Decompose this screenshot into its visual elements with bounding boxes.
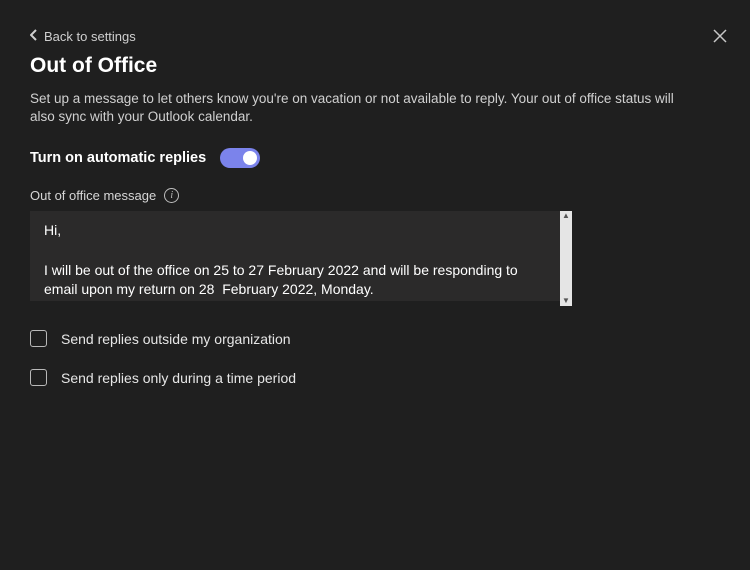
page-title: Out of Office [30,54,720,78]
time-period-label: Send replies only during a time period [61,370,296,386]
message-field-label: Out of office message [30,188,156,203]
automatic-replies-toggle-row: Turn on automatic replies [30,148,720,168]
out-of-office-message-input[interactable] [30,211,560,301]
close-button[interactable] [712,28,732,48]
time-period-row: Send replies only during a time period [30,369,720,386]
automatic-replies-label: Turn on automatic replies [30,150,206,166]
info-icon[interactable]: i [164,188,179,203]
outside-org-checkbox[interactable] [30,330,47,347]
chevron-left-icon [30,29,38,44]
time-period-checkbox[interactable] [30,369,47,386]
automatic-replies-toggle[interactable] [220,148,260,168]
page-description: Set up a message to let others know you'… [30,90,680,126]
back-to-settings-link[interactable]: Back to settings [30,29,136,44]
back-link-label: Back to settings [44,29,136,44]
message-box-wrap: ▲ ▼ [30,211,560,306]
close-icon [712,31,728,48]
scroll-up-icon[interactable]: ▲ [562,211,570,221]
message-label-row: Out of office message i [30,188,720,203]
outside-org-label: Send replies outside my organization [61,331,291,347]
scrollbar[interactable]: ▲ ▼ [560,211,572,306]
outside-org-row: Send replies outside my organization [30,330,720,347]
scroll-down-icon[interactable]: ▼ [562,296,570,306]
